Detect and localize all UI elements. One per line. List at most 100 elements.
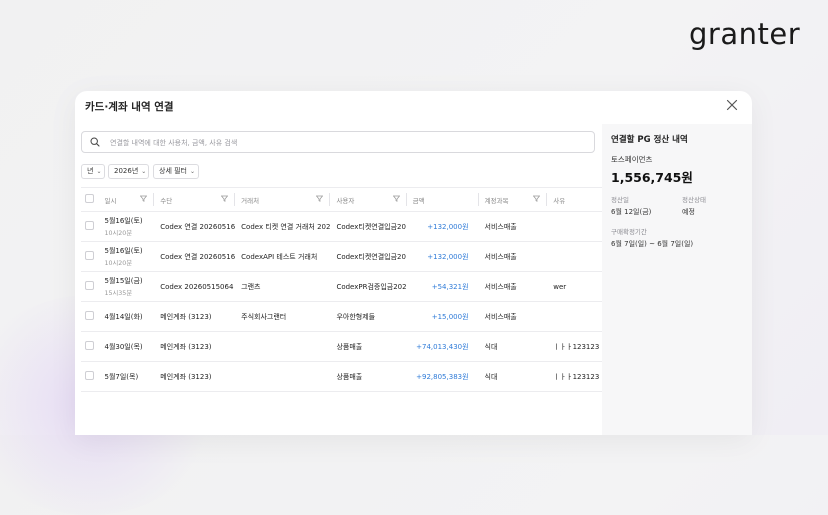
modal-title: 카드·계좌 내역 연결 bbox=[85, 101, 174, 113]
col-user[interactable]: 사용자 bbox=[330, 187, 407, 212]
row-account: 식대 bbox=[478, 331, 548, 362]
col-date-label: 일시 bbox=[104, 196, 117, 205]
row-date: 5월16일(토) bbox=[104, 247, 143, 255]
chevron-down-icon: ⌄ bbox=[141, 168, 147, 175]
row-vendor: 그랜츠 bbox=[235, 271, 331, 302]
row-checkbox[interactable] bbox=[85, 221, 94, 230]
row-time: 10시20분 bbox=[104, 230, 133, 237]
period-unit-select[interactable]: 년 ⌄ bbox=[81, 164, 105, 179]
col-amount-label: 금액 bbox=[412, 196, 425, 205]
search-box[interactable] bbox=[81, 131, 595, 153]
table-row[interactable]: 5월15일(금) 15시35분 Codex 20260515064 그랜츠 Cod… bbox=[81, 271, 602, 302]
filter-icon[interactable] bbox=[140, 195, 148, 202]
row-amount: +132,000원 bbox=[406, 211, 479, 242]
table-row[interactable]: 5월16일(토) 10시20분 Codex 연결 20260516 Codex 티… bbox=[81, 211, 602, 242]
row-reason: ㅣㅏㅏ123123 bbox=[547, 361, 602, 392]
col-method-label: 수단 bbox=[160, 196, 173, 205]
row-reason: ㅣㅏㅏ123123 bbox=[547, 331, 602, 362]
chevron-down-icon: ⌄ bbox=[96, 168, 102, 175]
row-user: CodexPR검증입금202 bbox=[330, 271, 407, 302]
row-method: Codex 연결 20260516 bbox=[154, 211, 236, 242]
search-icon bbox=[90, 137, 100, 147]
row-method: 메인계좌 (3123) bbox=[154, 361, 236, 392]
filter-icon[interactable] bbox=[392, 195, 400, 202]
link-transactions-modal: 카드·계좌 내역 연결 년⌄ 2026년⌄ 상세 필터⌄ 일시 수단 거래처 bbox=[75, 91, 752, 435]
row-user: Codex티켓연결입금20 bbox=[330, 211, 407, 242]
col-account[interactable]: 계정과목 bbox=[478, 187, 548, 212]
settle-date-value: 6월 12일(금) bbox=[611, 208, 652, 216]
detail-filter-button[interactable]: 상세 필터 ⌄ bbox=[153, 164, 199, 179]
row-checkbox[interactable] bbox=[85, 341, 94, 350]
granter-logo: granter bbox=[689, 17, 801, 51]
row-user: Codex티켓연결입금20 bbox=[330, 241, 407, 272]
search-input[interactable] bbox=[108, 135, 582, 151]
col-reason[interactable]: 사유 bbox=[547, 187, 602, 212]
row-date: 5월16일(토) bbox=[104, 217, 143, 225]
row-checkbox[interactable] bbox=[85, 371, 94, 380]
table-row[interactable]: 5월16일(토) 10시20분 Codex 연결 20260516 CodexAP… bbox=[81, 241, 602, 272]
row-reason bbox=[547, 241, 602, 272]
row-checkbox[interactable] bbox=[85, 281, 94, 290]
chevron-down-icon: ⌄ bbox=[190, 168, 196, 175]
col-vendor-label: 거래처 bbox=[241, 196, 260, 205]
row-method: Codex 연결 20260516 bbox=[154, 241, 236, 272]
row-amount: +15,000원 bbox=[406, 301, 479, 332]
row-vendor: Codex 티켓 연결 거래처 202 bbox=[235, 211, 331, 242]
row-vendor: CodexAPI 테스트 거래처 bbox=[235, 241, 331, 272]
filter-icon[interactable] bbox=[533, 195, 541, 202]
col-amount[interactable]: 금액 bbox=[406, 187, 479, 212]
row-checkbox[interactable] bbox=[85, 251, 94, 260]
col-date[interactable]: 일시 bbox=[98, 187, 155, 212]
row-amount: +74,013,430원 bbox=[406, 331, 479, 362]
select-all-cell bbox=[81, 187, 99, 212]
col-method[interactable]: 수단 bbox=[154, 187, 236, 212]
close-icon[interactable] bbox=[724, 97, 740, 113]
row-date: 4월30일(목) bbox=[104, 342, 143, 351]
select-all-checkbox[interactable] bbox=[85, 194, 94, 203]
row-vendor bbox=[235, 361, 331, 392]
row-reason bbox=[547, 301, 602, 332]
pg-settlement-panel: 연결할 PG 정산 내역 토스페이먼츠 1,556,745원 정산일 6월 12… bbox=[602, 124, 752, 435]
transaction-list-section: 년⌄ 2026년⌄ 상세 필터⌄ 일시 수단 거래처 사용자 금액 계정과목 사… bbox=[75, 124, 602, 435]
row-method: 메인계좌 (3123) bbox=[154, 331, 236, 362]
row-amount: +132,000원 bbox=[406, 241, 479, 272]
row-checkbox[interactable] bbox=[85, 311, 94, 320]
row-account: 서비스매출 bbox=[478, 271, 548, 302]
year-select[interactable]: 2026년 ⌄ bbox=[108, 164, 149, 179]
transactions-table: 일시 수단 거래처 사용자 금액 계정과목 사유 5월16일(토) 10시20분 … bbox=[81, 187, 602, 392]
period-unit-label: 년 bbox=[87, 167, 94, 175]
row-method: 메인계좌 (3123) bbox=[154, 301, 236, 332]
row-reason bbox=[547, 211, 602, 242]
year-label: 2026년 bbox=[114, 167, 139, 175]
row-time: 10시20분 bbox=[104, 260, 133, 267]
pg-amount: 1,556,745원 bbox=[611, 170, 693, 185]
row-vendor bbox=[235, 331, 331, 362]
row-date: 5월7일(목) bbox=[104, 372, 139, 381]
row-account: 서비스매출 bbox=[478, 241, 548, 272]
table-row[interactable]: 4월30일(목) 메인계좌 (3123) 상품매출 +74,013,430원 식… bbox=[81, 331, 602, 362]
purchase-period-label: 구매확정기간 bbox=[611, 228, 647, 236]
row-time: 15시35분 bbox=[104, 290, 133, 297]
row-user: 상품매출 bbox=[330, 361, 407, 392]
filter-icon[interactable] bbox=[221, 195, 229, 202]
row-account: 식대 bbox=[478, 361, 548, 392]
col-account-label: 계정과목 bbox=[484, 196, 509, 205]
row-amount: +54,321원 bbox=[406, 271, 479, 302]
row-account: 서비스매출 bbox=[478, 211, 548, 242]
row-user: 상품매출 bbox=[330, 331, 407, 362]
row-date: 4월14일(화) bbox=[104, 312, 143, 321]
settle-status-label: 정산상태 bbox=[682, 196, 706, 204]
pg-provider: 토스페이먼츠 bbox=[611, 155, 653, 164]
row-vendor: 주식회사그랜터 bbox=[235, 301, 331, 332]
filter-icon[interactable] bbox=[316, 195, 324, 202]
col-vendor[interactable]: 거래처 bbox=[235, 187, 331, 212]
row-amount: +92,805,383원 bbox=[406, 361, 479, 392]
table-row[interactable]: 4월14일(화) 메인계좌 (3123) 주식회사그랜터 우아한형제들 +15,… bbox=[81, 301, 602, 332]
settle-date-label: 정산일 bbox=[611, 196, 629, 204]
purchase-period-value: 6월 7일(일) ~ 6월 7일(일) bbox=[611, 240, 694, 248]
table-row[interactable]: 5월7일(목) 메인계좌 (3123) 상품매출 +92,805,383원 식대… bbox=[81, 361, 602, 392]
col-user-label: 사용자 bbox=[336, 196, 355, 205]
detail-filter-label: 상세 필터 bbox=[159, 167, 187, 175]
row-reason: wer bbox=[547, 271, 602, 302]
row-method: Codex 20260515064 bbox=[154, 271, 236, 302]
